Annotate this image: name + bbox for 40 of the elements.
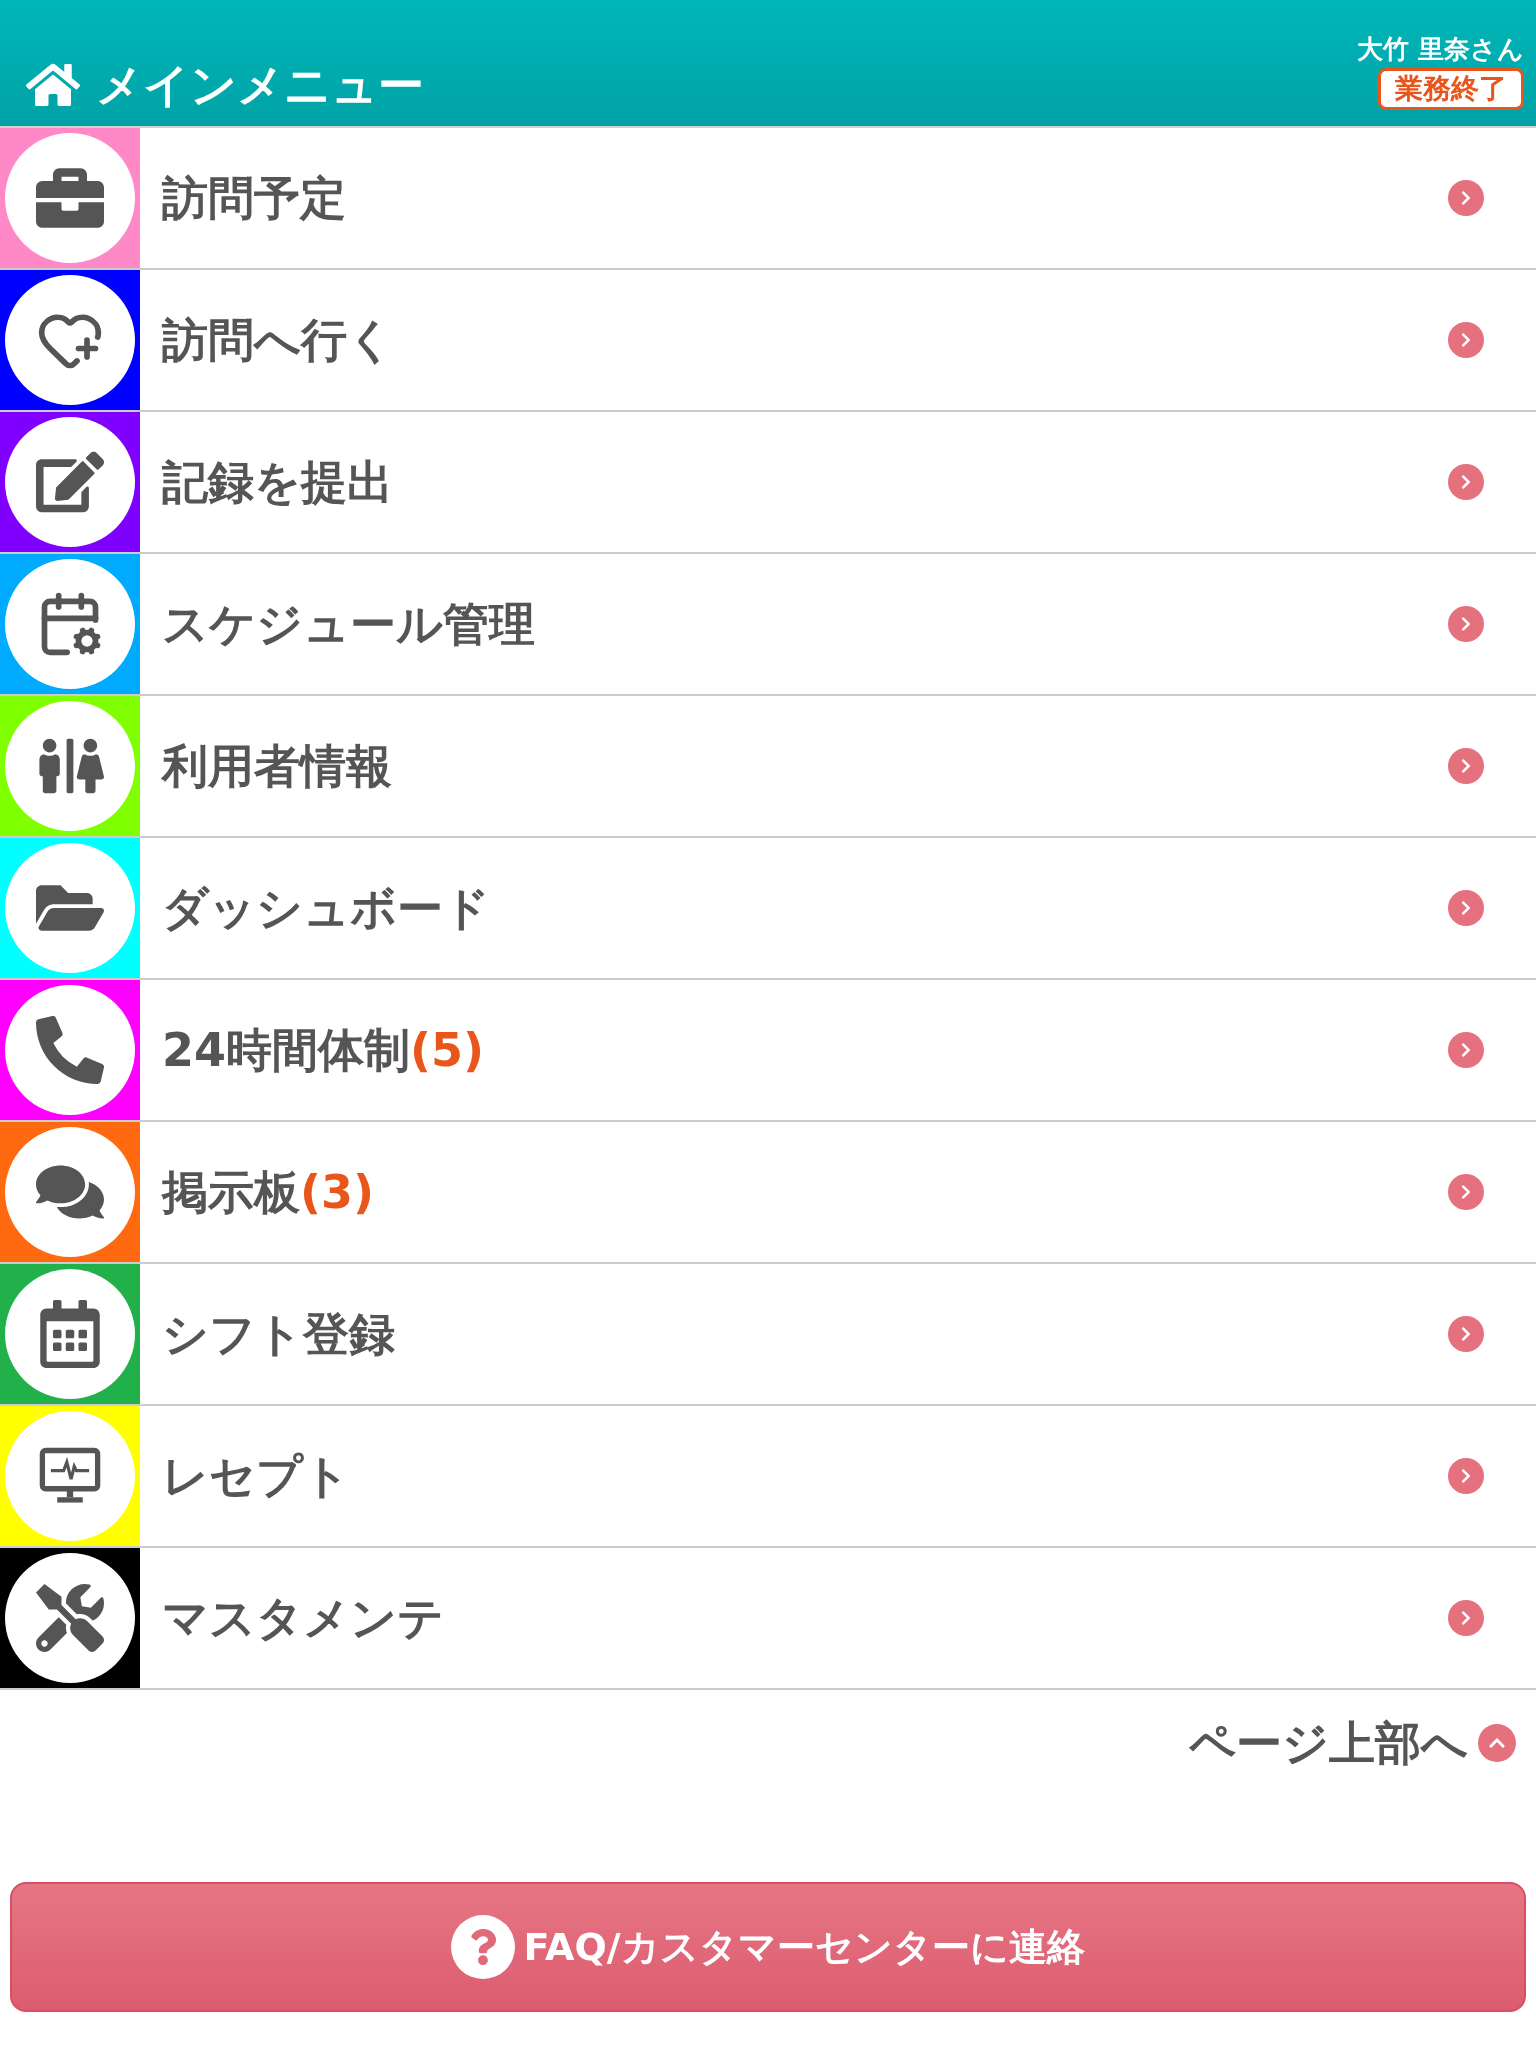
tools-icon: [36, 1584, 104, 1652]
chevron-right-icon: [1448, 748, 1484, 784]
chevron-right-icon: [1448, 890, 1484, 926]
menu-label: 掲示板(3): [162, 1169, 375, 1215]
chevron-right-icon: [1448, 464, 1484, 500]
menu-label: シフト登録: [162, 1311, 395, 1357]
page-title: メインメニュー: [96, 62, 424, 108]
menu-item[interactable]: 掲示板(3): [0, 1122, 1536, 1264]
phone-icon: [36, 1016, 104, 1084]
menu-item[interactable]: レセプト: [0, 1406, 1536, 1548]
menu-label: 利用者情報: [162, 743, 392, 789]
page-top-link[interactable]: ページ上部へ: [1189, 1720, 1468, 1766]
menu-label: 24時間体制(5): [162, 1027, 485, 1073]
menu-label: 記録を提出: [162, 459, 393, 505]
menu-item[interactable]: シフト登録: [0, 1264, 1536, 1406]
menu-item[interactable]: マスタメンテ: [0, 1548, 1536, 1690]
chevron-right-icon: [1448, 180, 1484, 216]
menu-label: マスタメンテ: [162, 1595, 444, 1641]
menu-item[interactable]: ダッシュボード: [0, 838, 1536, 980]
user-name: 大竹 里奈さん: [1356, 36, 1524, 62]
menu-label: 訪問へ行く: [162, 317, 394, 363]
menu-item[interactable]: 記録を提出: [0, 412, 1536, 554]
chevron-right-icon: [1448, 1316, 1484, 1352]
menu-label: 訪問予定: [162, 175, 346, 221]
menu-item[interactable]: 訪問へ行く: [0, 270, 1536, 412]
menu-label: スケジュール管理: [162, 601, 535, 647]
chevron-right-icon: [1448, 1600, 1484, 1636]
menu-item[interactable]: 24時間体制(5): [0, 980, 1536, 1122]
end-work-button[interactable]: 業務終了: [1378, 68, 1524, 110]
chevron-right-icon: [1448, 1458, 1484, 1494]
chevron-right-icon: [1448, 606, 1484, 642]
menu-item[interactable]: スケジュール管理: [0, 554, 1536, 696]
chevron-up-icon[interactable]: [1478, 1724, 1516, 1762]
chevron-right-icon: [1448, 1032, 1484, 1068]
menu-item[interactable]: 利用者情報: [0, 696, 1536, 838]
menu-label: ダッシュボード: [162, 885, 490, 931]
chevron-right-icon: [1448, 322, 1484, 358]
menu-label: レセプト: [162, 1453, 350, 1499]
menu-item[interactable]: 訪問予定: [0, 128, 1536, 270]
chevron-right-icon: [1448, 1174, 1484, 1210]
